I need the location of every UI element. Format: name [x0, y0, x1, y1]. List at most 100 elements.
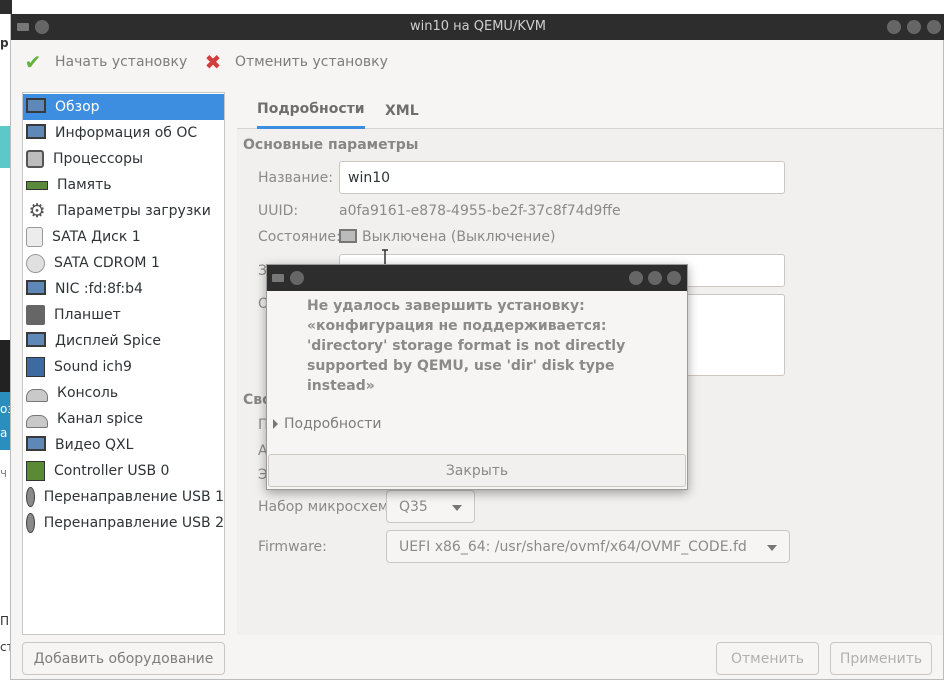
sidebar-item-label: SATA Диск 1 — [52, 229, 141, 245]
background-text: П — [0, 614, 10, 628]
usb-icon — [26, 487, 35, 507]
begin-install-label: Начать установку — [55, 54, 188, 70]
sidebar-item-display-spice[interactable]: Дисплей Spice — [23, 328, 224, 354]
background-text: а — [0, 426, 8, 440]
chevron-down-icon — [452, 505, 462, 511]
sidebar-item-usb-controller[interactable]: Controller USB 0 — [23, 458, 224, 484]
sidebar-item-label: Перенаправление USB 1 — [43, 489, 224, 505]
chipset-select[interactable]: Q35 — [386, 490, 475, 523]
cancel-button[interactable]: Отменить — [716, 642, 819, 675]
monitor-icon — [26, 98, 46, 113]
usb-icon — [26, 513, 35, 533]
cpu-icon — [26, 150, 44, 168]
maximize-icon[interactable] — [907, 20, 921, 34]
background-text: ч — [0, 466, 8, 480]
tablet-icon — [26, 305, 45, 325]
state-label: Состояние: — [258, 229, 341, 245]
sidebar-item-spice-channel[interactable]: Канал spice — [23, 406, 224, 432]
sidebar-item-label: Параметры загрузки — [57, 203, 211, 219]
dialog-maximize-icon[interactable] — [648, 271, 662, 285]
section-basic-title: Основные параметры — [243, 137, 419, 153]
sidebar-item-label: Дисплей Spice — [55, 333, 161, 349]
sidebar-item-label: Controller USB 0 — [54, 463, 170, 479]
dialog-close-button[interactable]: Закрыть — [268, 454, 686, 487]
sidebar-item-label: Информация об ОС — [55, 125, 198, 141]
name-label: Название: — [258, 170, 333, 186]
tab-details[interactable]: Подробности — [257, 92, 365, 129]
sound-icon — [26, 357, 45, 377]
cancel-install-label: Отменить установку — [235, 54, 388, 70]
dialog-titlebar[interactable] — [267, 265, 687, 291]
name-input[interactable]: win10 — [339, 161, 785, 194]
minimize-icon[interactable] — [887, 20, 901, 34]
sidebar-item-overview[interactable]: Обзор — [23, 94, 224, 120]
sidebar-item-label: Sound ich9 — [54, 359, 132, 375]
monitor-icon — [26, 124, 46, 139]
uuid-label: UUID: — [258, 203, 299, 219]
sidebar-item-sata-cdrom[interactable]: SATA CDROM 1 — [23, 250, 224, 276]
dialog-minimize-icon[interactable] — [629, 271, 643, 285]
sidebar-item-cpus[interactable]: Процессоры — [23, 146, 224, 172]
firmware-value: UEFI x86_64: /usr/share/ovmf/x64/OVMF_CO… — [399, 538, 747, 555]
error-dialog: Не удалось завершить установку: «конфигу… — [266, 264, 688, 490]
background-text: р — [0, 36, 9, 50]
network-icon — [26, 280, 46, 295]
dialog-app-icon — [272, 274, 284, 282]
dialog-close-icon[interactable] — [667, 271, 681, 285]
sidebar-item-usb-redir-2[interactable]: Перенаправление USB 2 — [23, 510, 224, 536]
window-title: win10 на QEMU/KVM — [410, 19, 546, 34]
tab-xml[interactable]: XML — [385, 92, 419, 129]
memory-icon — [26, 180, 48, 190]
firmware-select[interactable]: UEFI x86_64: /usr/share/ovmf/x64/OVMF_CO… — [386, 530, 790, 563]
hardware-list: Обзор Информация об ОС Процессоры Память… — [22, 92, 225, 635]
monitor-icon — [26, 332, 46, 347]
sidebar-item-usb-redir-1[interactable]: Перенаправление USB 1 — [23, 484, 224, 510]
error-message: Не удалось завершить установку: «конфигу… — [307, 298, 626, 394]
state-value: Выключена (Выключение) — [339, 229, 555, 245]
channel-icon — [26, 414, 48, 428]
details-expander[interactable]: Подробности — [273, 416, 382, 432]
dialog-menu-dot-icon[interactable] — [290, 271, 304, 285]
sidebar-item-label: NIC :fd:8f:b4 — [55, 281, 143, 297]
toolbar: ✔ Начать установку ✖ Отменить установку — [11, 40, 944, 84]
cross-icon: ✖ — [204, 50, 222, 74]
uuid-value: a0fa9161-e878-4955-be2f-37c8f74d9ffe — [339, 203, 621, 219]
sidebar-item-label: Планшет — [54, 307, 121, 323]
tab-bar: Подробности XML — [237, 92, 943, 129]
disk-icon — [26, 227, 43, 247]
sidebar-item-nic[interactable]: NIC :fd:8f:b4 — [23, 276, 224, 302]
sidebar-item-label: Процессоры — [53, 151, 144, 167]
chipset-value: Q35 — [399, 498, 428, 515]
add-hardware-button[interactable]: Добавить оборудование — [22, 642, 225, 675]
sidebar-item-os-info[interactable]: Информация об ОС — [23, 120, 224, 146]
close-icon[interactable] — [927, 20, 941, 34]
sidebar-item-memory[interactable]: Память — [23, 172, 224, 198]
chevron-down-icon — [767, 545, 777, 551]
firmware-label: Firmware: — [258, 539, 327, 555]
sidebar-item-video-qxl[interactable]: Видео QXL — [23, 432, 224, 458]
expander-arrow-icon — [273, 419, 278, 429]
sidebar-item-boot-options[interactable]: ⚙ Параметры загрузки — [23, 198, 224, 224]
begin-install-button[interactable]: ✔ Начать установку — [23, 50, 188, 74]
usb-controller-icon — [26, 461, 45, 481]
monitor-icon — [26, 436, 46, 451]
cancel-install-button[interactable]: ✖ Отменить установку — [203, 50, 388, 74]
chipset-label: Набор микросхем: — [258, 499, 394, 515]
vm-state-monitor-icon — [339, 229, 357, 243]
sidebar-item-label: SATA CDROM 1 — [54, 255, 160, 271]
console-icon — [26, 388, 48, 402]
sidebar-item-sound[interactable]: Sound ich9 — [23, 354, 224, 380]
state-text: Выключена (Выключение) — [362, 229, 556, 245]
sidebar-item-sata-disk[interactable]: SATA Диск 1 — [23, 224, 224, 250]
sidebar-item-label: Консоль — [57, 385, 119, 401]
details-expander-label: Подробности — [284, 416, 382, 432]
sidebar-item-console[interactable]: Консоль — [23, 380, 224, 406]
check-icon: ✔ — [24, 50, 42, 74]
sidebar-item-tablet[interactable]: Планшет — [23, 302, 224, 328]
window-titlebar[interactable]: win10 на QEMU/KVM — [11, 14, 944, 40]
sidebar-item-label: Видео QXL — [55, 437, 134, 453]
gear-icon: ⚙ — [28, 200, 46, 222]
apply-button[interactable]: Применить — [830, 642, 932, 675]
sidebar-item-label: Память — [57, 177, 112, 193]
cdrom-icon — [26, 253, 45, 273]
